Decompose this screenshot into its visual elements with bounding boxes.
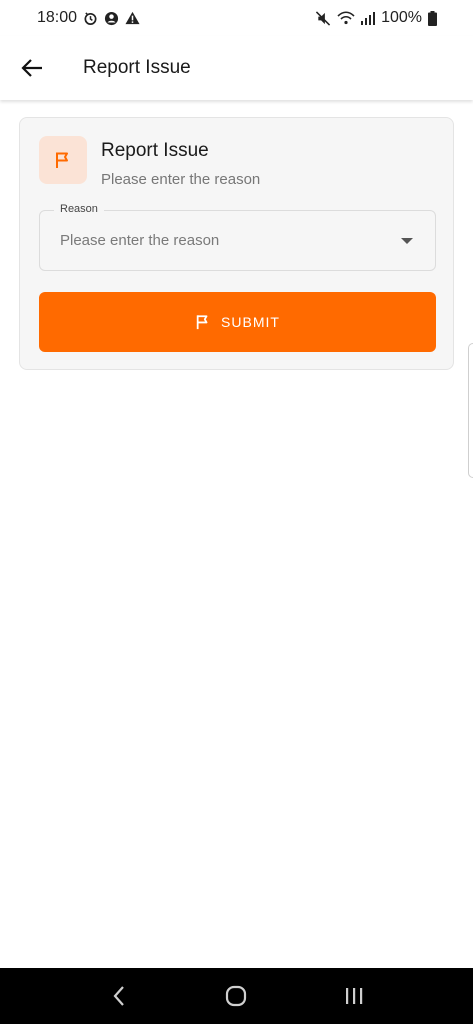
battery-percent: 100% [381,9,422,26]
nav-home-button[interactable] [206,968,266,1024]
wifi-icon [337,11,355,25]
app-bar: Report Issue [0,36,473,100]
system-nav-bar [0,968,473,1024]
chevron-left-icon [113,986,124,1006]
status-left: 18:00 [37,9,140,27]
flag-icon [196,315,208,330]
status-time: 18:00 [37,9,78,26]
status-right: 100% [315,9,437,27]
flag-icon [56,152,68,168]
report-issue-screen: 18:00 100% Report Issue Report Issue Ple… [0,0,473,1024]
card-title: Report Issue [101,140,209,161]
home-icon [226,985,247,1007]
reason-label: Reason [54,203,104,215]
caret-down-icon [401,238,413,244]
flag-tile [39,136,87,184]
submit-button[interactable]: SUBMIT [39,292,436,352]
reason-placeholder: Please enter the reason [60,232,220,249]
status-bar: 18:00 100% [0,0,473,36]
back-button[interactable] [0,36,64,100]
battery-icon [428,10,437,26]
recents-icon [346,988,363,1004]
nav-recents-button[interactable] [324,968,384,1024]
submit-label: SUBMIT [221,314,280,330]
mute-icon [315,10,331,26]
warning-icon [125,11,140,25]
page-title: Report Issue [83,57,191,78]
signal-icon [361,11,376,25]
account-icon [104,11,119,26]
nav-back-button[interactable] [89,968,149,1024]
report-issue-card: Report Issue Please enter the reason Rea… [19,117,454,370]
alarm-sync-icon [83,11,98,26]
arrow-left-icon [21,59,42,77]
reason-dropdown[interactable]: Reason Please enter the reason [39,203,436,271]
edge-panel-handle[interactable] [468,343,473,478]
card-subtitle: Please enter the reason [101,171,261,188]
